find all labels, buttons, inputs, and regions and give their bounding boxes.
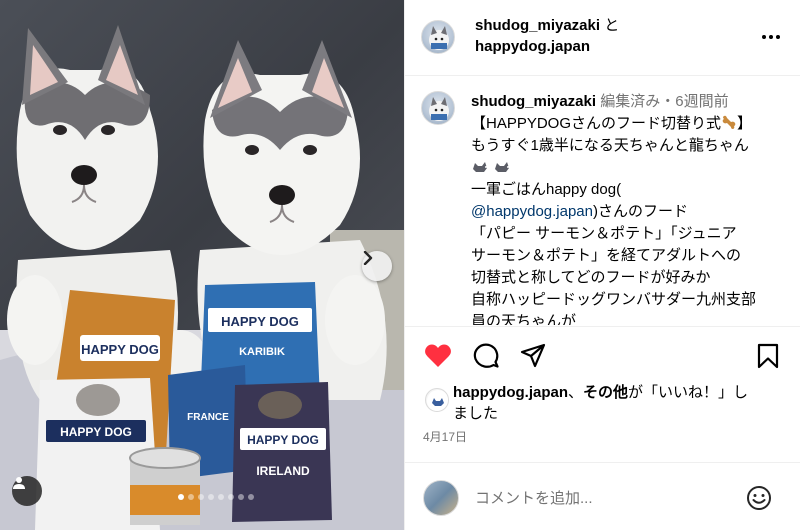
collab-connector: と — [604, 17, 620, 34]
bag-brand-label: HAPPY DOG — [247, 433, 319, 447]
collaborator-username-link[interactable]: happydog.japan — [475, 38, 590, 55]
photo-illustration: HAPPY DOG HAPPY DOG KARIBIK HAPPY DOG FR… — [0, 25, 404, 530]
post-actions-bar — [405, 326, 800, 384]
post-time[interactable]: 6週間前 — [675, 93, 728, 110]
next-photo-button[interactable] — [362, 251, 392, 281]
post-author-names: shudog_miyazaki と happydog.japan — [475, 15, 745, 57]
mention-link[interactable]: @happydog.japan — [471, 203, 593, 220]
bag-brand-label: HAPPY DOG — [221, 314, 299, 329]
carousel-dot — [188, 494, 194, 500]
bag-variant-label: KARIBIK — [239, 346, 285, 358]
current-user-avatar — [423, 480, 459, 516]
emoji-button[interactable] — [745, 484, 773, 512]
comment-button[interactable] — [471, 341, 501, 371]
caption-scroll-area[interactable]: shudog_miyazaki 編集済み・6週間前 【HAPPYDOGさんのフー… — [405, 77, 800, 325]
food-can — [129, 447, 201, 525]
author-username-link[interactable]: shudog_miyazaki — [475, 17, 600, 34]
emoji-icon — [747, 486, 771, 510]
user-tag-icon — [13, 477, 25, 489]
caption-line: 自称ハッピードッグワンバサダー九州支部 — [471, 291, 757, 308]
likes-suffix-end: ました — [453, 405, 499, 422]
dog-emoji-icon — [473, 162, 487, 172]
husky-avatar-image — [429, 97, 449, 121]
bookmark-icon — [757, 343, 779, 369]
likes-separator: 、 — [568, 384, 584, 401]
meta-separator: ・ — [660, 93, 676, 110]
carousel-indicator — [178, 494, 254, 500]
liker-username-link[interactable]: happydog.japan — [453, 384, 568, 401]
bone-emoji-icon — [722, 115, 736, 129]
husky-avatar-image — [429, 26, 449, 50]
food-bag-purple: HAPPY DOG IRELAND — [232, 382, 332, 522]
more-icon-dot — [776, 35, 780, 39]
caption-username-link[interactable]: shudog_miyazaki — [471, 93, 596, 110]
post-header: shudog_miyazaki と happydog.japan — [405, 0, 800, 76]
carousel-dot — [208, 494, 214, 500]
caption-line: 一軍ごはんhappy dog( — [471, 181, 622, 198]
caption-line: 【HAPPYDOGさんのフード切替り式 — [471, 115, 722, 132]
others-link[interactable]: その他 — [583, 384, 628, 401]
carousel-dot — [198, 494, 204, 500]
save-button[interactable] — [753, 341, 783, 371]
user-tag-button[interactable] — [12, 476, 42, 506]
bag-brand-label: HAPPY DOG — [60, 425, 132, 439]
liker-avatar[interactable] — [425, 388, 449, 412]
share-icon — [520, 343, 546, 368]
carousel-dot — [228, 494, 234, 500]
like-button[interactable] — [423, 341, 453, 371]
happydog-logo-icon — [427, 390, 448, 411]
caption-line: )さんのフード — [593, 203, 688, 220]
heart-icon — [425, 344, 451, 367]
more-options-button[interactable] — [759, 28, 783, 46]
caption-line: 員の天ちゃんが — [471, 313, 577, 325]
comment-input[interactable] — [475, 486, 725, 510]
chevron-right-icon — [363, 251, 373, 265]
caption-author-avatar[interactable] — [421, 91, 455, 125]
caption-line: サーモン＆ポテト」を経てアダルトへの — [471, 247, 742, 264]
carousel-dot — [238, 494, 244, 500]
bag-variant-label: FRANCE — [187, 412, 229, 423]
likes-text: happydog.japan、その他が「いいね！」し ました — [453, 382, 793, 424]
carousel-dot — [248, 494, 254, 500]
author-avatar[interactable] — [421, 20, 455, 54]
carousel-dot — [218, 494, 224, 500]
dog-emoji-icon — [495, 162, 510, 172]
caption-line: 「パピー サーモン＆ポテト」「ジュニア — [471, 225, 737, 242]
carousel-dot — [178, 494, 184, 500]
caption-line: もうすぐ1歳半になる天ちゃんと龍ちゃん — [471, 137, 749, 154]
more-icon — [762, 35, 766, 39]
caption-emoji-line — [471, 157, 789, 179]
caption-line-end: 】 — [737, 115, 753, 132]
share-button[interactable] — [518, 341, 548, 371]
comment-bar — [405, 462, 800, 530]
edited-label: 編集済み — [600, 93, 661, 110]
post-side-panel: shudog_miyazaki と happydog.japan shudog_… — [404, 0, 800, 530]
likes-summary: happydog.japan、その他が「いいね！」し ました — [405, 382, 800, 426]
bag-variant-label: IRELAND — [256, 464, 310, 478]
bag-brand-label: HAPPY DOG — [81, 342, 159, 357]
more-icon-dot — [769, 35, 773, 39]
post-date[interactable]: 4月17日 — [423, 428, 467, 445]
likes-suffix: が「いいね！」し — [628, 384, 749, 401]
comment-icon — [473, 343, 499, 368]
caption-line: 切替式と称してどのフードが好みか — [471, 269, 711, 286]
post-caption: shudog_miyazaki 編集済み・6週間前 【HAPPYDOGさんのフー… — [471, 91, 789, 325]
post-photo[interactable]: HAPPY DOG HAPPY DOG KARIBIK HAPPY DOG FR… — [0, 0, 404, 530]
